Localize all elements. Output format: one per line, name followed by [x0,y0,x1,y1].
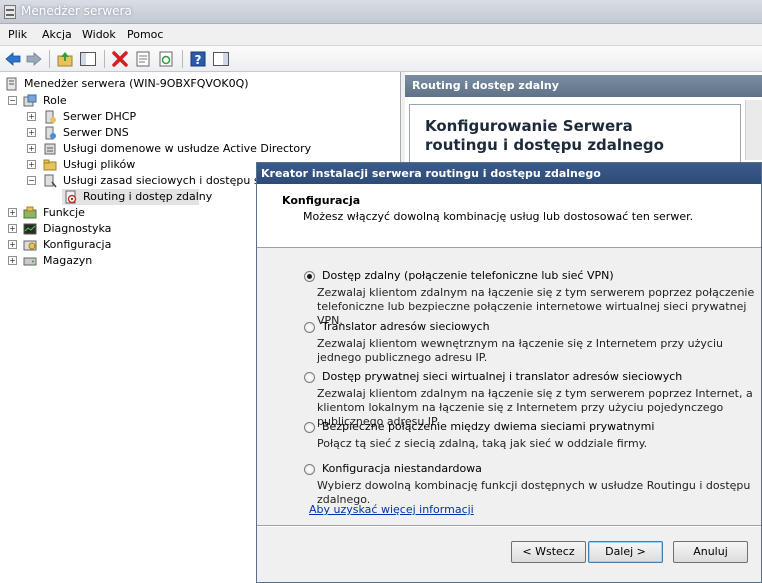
features-icon [23,206,37,219]
dhcp-server-icon [45,110,56,124]
tree-item-label: Usługi plików [63,158,136,171]
cancel-button[interactable]: Anuluj [673,541,748,563]
tree-item-role[interactable]: − Role [0,93,200,109]
help-icon[interactable]: ? [189,50,207,68]
expand-icon[interactable]: + [27,144,36,153]
option-description: Zezwalaj klientom wewnętrznym na łączeni… [317,337,723,364]
up-folder-icon[interactable] [56,50,74,68]
back-button[interactable]: < Wstecz [511,541,586,563]
diagnostics-icon [23,223,37,235]
radio-remote-access[interactable] [304,271,315,282]
routing-remote-access-icon [65,190,77,204]
welcome-title-line2: routingu i dostępu zdalnego [425,136,664,154]
tree-item-storage[interactable]: + Magazyn [0,253,200,269]
refresh-icon[interactable] [157,50,175,68]
welcome-title-line1: Konfigurowanie Serwera [425,117,633,135]
active-directory-icon [44,143,56,155]
tree-item-dhcp[interactable]: + Serwer DHCP [0,109,260,125]
radio-nat[interactable] [304,322,315,333]
file-services-icon [43,159,57,171]
menu-plik[interactable]: Plik [8,28,27,41]
tree-item-configuration[interactable]: + Konfiguracja [0,237,200,253]
tree-item-label: Serwer DNS [63,126,129,139]
tree-item-label: Konfiguracja [43,238,112,251]
server-manager-icon [6,77,17,91]
footer-divider [257,525,761,527]
tree-item-label: Usługi domenowe w usłudze Active Directo… [63,142,312,155]
window-title: Menedżer serwera [21,4,132,18]
dialog-subheading: Możesz włączyć dowolną kombinację usług … [303,210,694,223]
tree-item-nps[interactable]: − Usługi zasad sieciowych i dostępu siec… [0,173,294,189]
tree-item-label: Role [43,94,67,107]
tree-item-file-services[interactable]: + Usługi plików [0,157,260,173]
toolbar: ? [0,46,762,72]
option-label[interactable]: Dostęp prywatnej sieci wirtualnej i tran… [322,370,682,383]
dialog-header: Konfiguracja Możesz włączyć dowolną komb… [257,184,761,248]
more-info-link[interactable]: Aby uzyskać więcej informacji [309,503,474,516]
radio-secure-connection[interactable] [304,422,315,433]
collapse-icon[interactable]: − [27,176,36,185]
svg-text:?: ? [195,53,202,67]
tree-item-routing-selected[interactable]: Routing i dostęp zdalny [62,189,212,205]
option-label[interactable]: Translator adresów sieciowych [322,320,490,333]
tree-item-label: Routing i dostęp zdalny [83,190,213,203]
menu-pomoc[interactable]: Pomoc [127,28,163,41]
properties-icon[interactable] [134,50,152,68]
tree-item-label: Diagnostyka [43,222,112,235]
option-label[interactable]: Bezpieczne połączenie między dwiema siec… [322,420,654,433]
dialog-titlebar[interactable]: Kreator instalacji serwera routingu i do… [257,163,761,184]
expand-icon[interactable]: + [8,240,17,249]
radio-vpn-nat[interactable] [304,372,315,383]
menu-widok[interactable]: Widok [82,28,116,41]
expand-icon[interactable]: + [27,112,36,121]
show-hide-tree-icon[interactable] [79,50,97,68]
option-description: Połącz tą sieć z siecią zdalną, taką jak… [317,437,648,450]
delete-icon[interactable] [111,50,129,68]
storage-icon [23,257,37,266]
tree-item-label: Funkcje [43,206,85,219]
tree-item-label: Serwer DHCP [63,110,137,123]
menu-bar: Plik Akcja Widok Pomoc [0,24,762,46]
collapse-icon[interactable]: − [8,96,17,105]
back-icon[interactable] [4,50,22,68]
menu-akcja[interactable]: Akcja [42,28,72,41]
window-titlebar[interactable]: Menedżer serwera [0,0,762,24]
tree-item-ad-ds[interactable]: + Usługi domenowe w usłudze Active Direc… [0,141,311,157]
radio-custom[interactable] [304,464,315,475]
tree-item-label: Magazyn [43,254,93,267]
tree-item-dns[interactable]: + Serwer DNS [0,125,260,141]
tree-item-diagnostics[interactable]: + Diagnostyka [0,221,200,237]
option-label[interactable]: Dostęp zdalny (połączenie telefoniczne l… [322,269,614,282]
tree-item-features[interactable]: + Funkcje [0,205,200,221]
forward-icon[interactable] [25,50,43,68]
roles-icon [23,94,37,107]
show-action-pane-icon[interactable] [212,50,230,68]
expand-icon[interactable]: + [8,256,17,265]
dialog-heading: Konfiguracja [282,194,361,207]
configuration-icon [23,240,37,251]
expand-icon[interactable]: + [27,128,36,137]
network-policy-icon [44,174,57,188]
expand-icon[interactable]: + [27,160,36,169]
server-manager-icon [4,5,16,19]
wizard-dialog: Kreator instalacji serwera routingu i do… [256,162,762,583]
tree-root[interactable]: Menedżer serwera (WIN-9OBXFQVOK0Q) [0,76,300,92]
next-button[interactable]: Dalej > [588,541,663,563]
tree-root-label: Menedżer serwera (WIN-9OBXFQVOK0Q) [24,77,249,90]
expand-icon[interactable]: + [8,224,17,233]
option-label[interactable]: Konfiguracja niestandardowa [322,462,482,475]
expand-icon[interactable]: + [8,208,17,217]
vertical-scrollbar[interactable] [745,100,762,160]
details-pane-header: Routing i dostęp zdalny [405,75,762,97]
dns-server-icon [45,126,56,140]
